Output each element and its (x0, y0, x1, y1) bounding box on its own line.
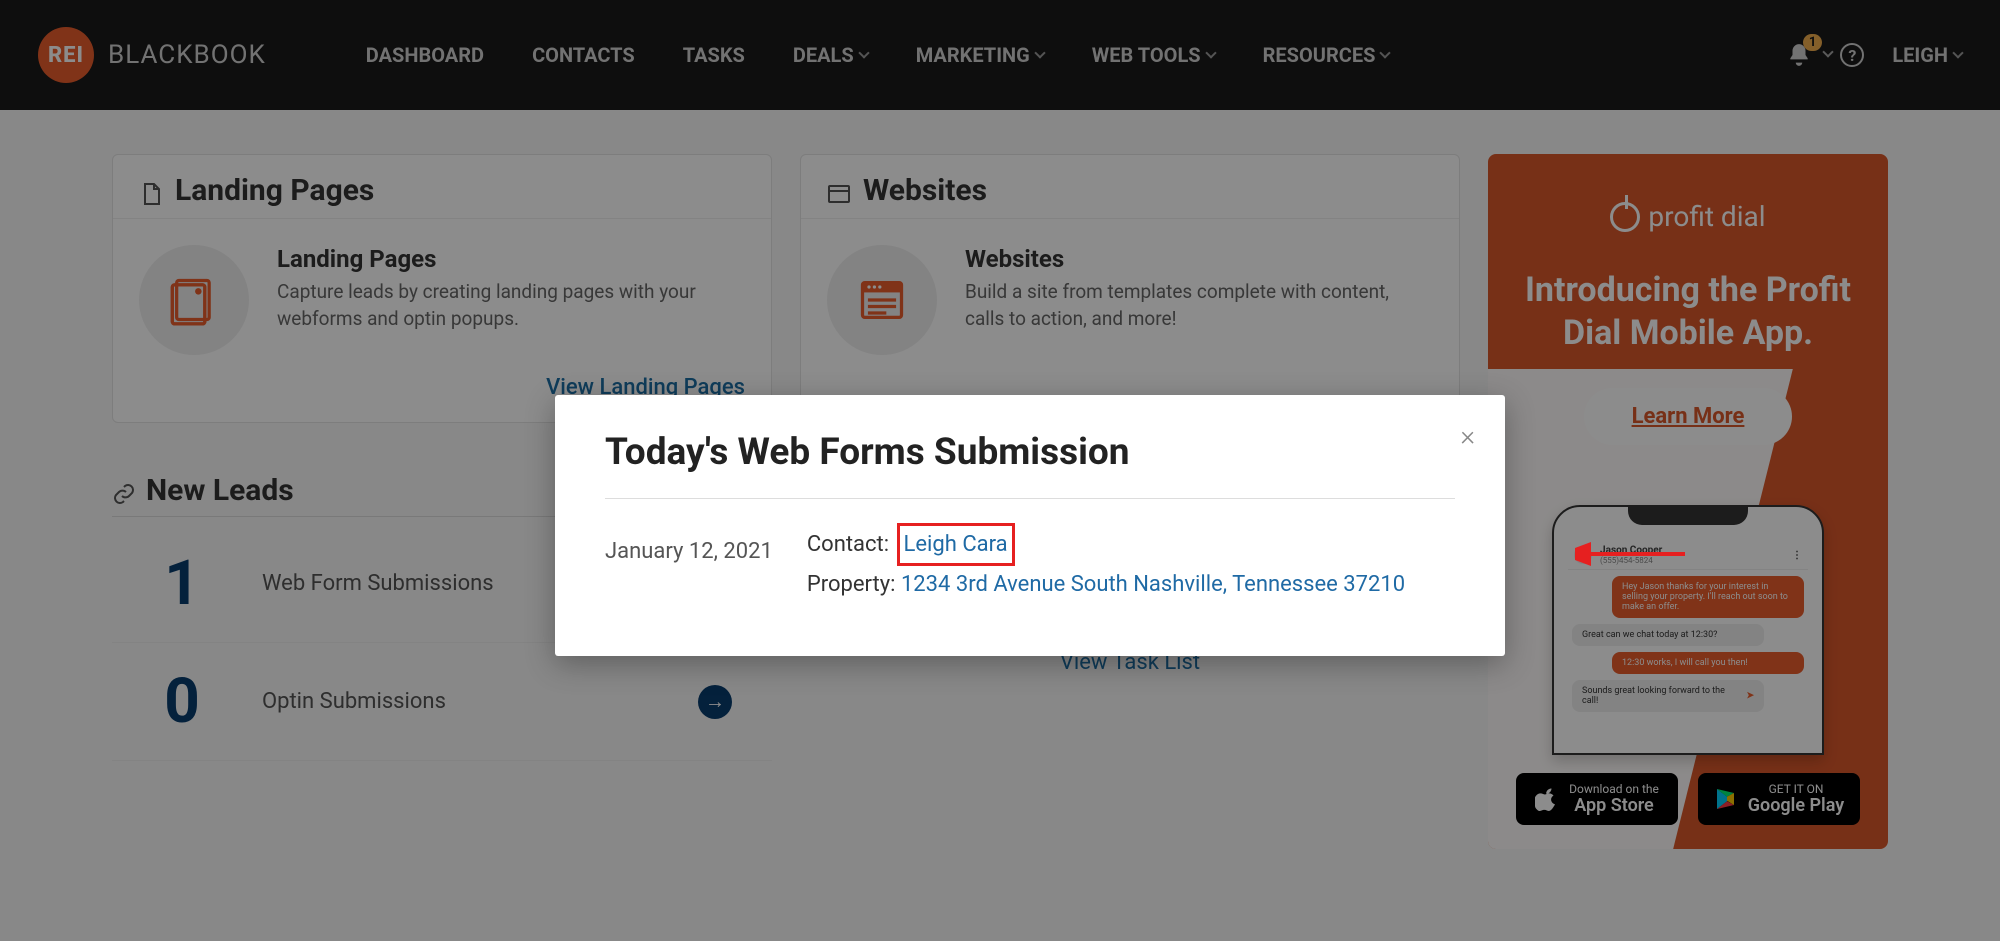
property-address-link[interactable]: 1234 3rd Avenue South Nashville, Tenness… (901, 572, 1405, 597)
contact-label: Contact: (807, 532, 889, 557)
modal-contact-line: Contact: Leigh Cara (807, 523, 1405, 566)
modal-body: January 12, 2021 Contact: Leigh Cara Pro… (605, 523, 1455, 604)
annotation-highlight-box: Leigh Cara (897, 523, 1015, 566)
modal-details: Contact: Leigh Cara Property: 1234 3rd A… (807, 523, 1405, 604)
modal-title: Today's Web Forms Submission (605, 431, 1455, 499)
webform-submission-modal: × Today's Web Forms Submission January 1… (555, 395, 1505, 656)
modal-property-line: Property: 1234 3rd Avenue South Nashvill… (807, 566, 1405, 603)
contact-name-link[interactable]: Leigh Cara (904, 532, 1008, 557)
modal-date: January 12, 2021 (605, 523, 773, 564)
close-icon[interactable]: × (1460, 419, 1475, 452)
property-label: Property: (807, 572, 896, 597)
